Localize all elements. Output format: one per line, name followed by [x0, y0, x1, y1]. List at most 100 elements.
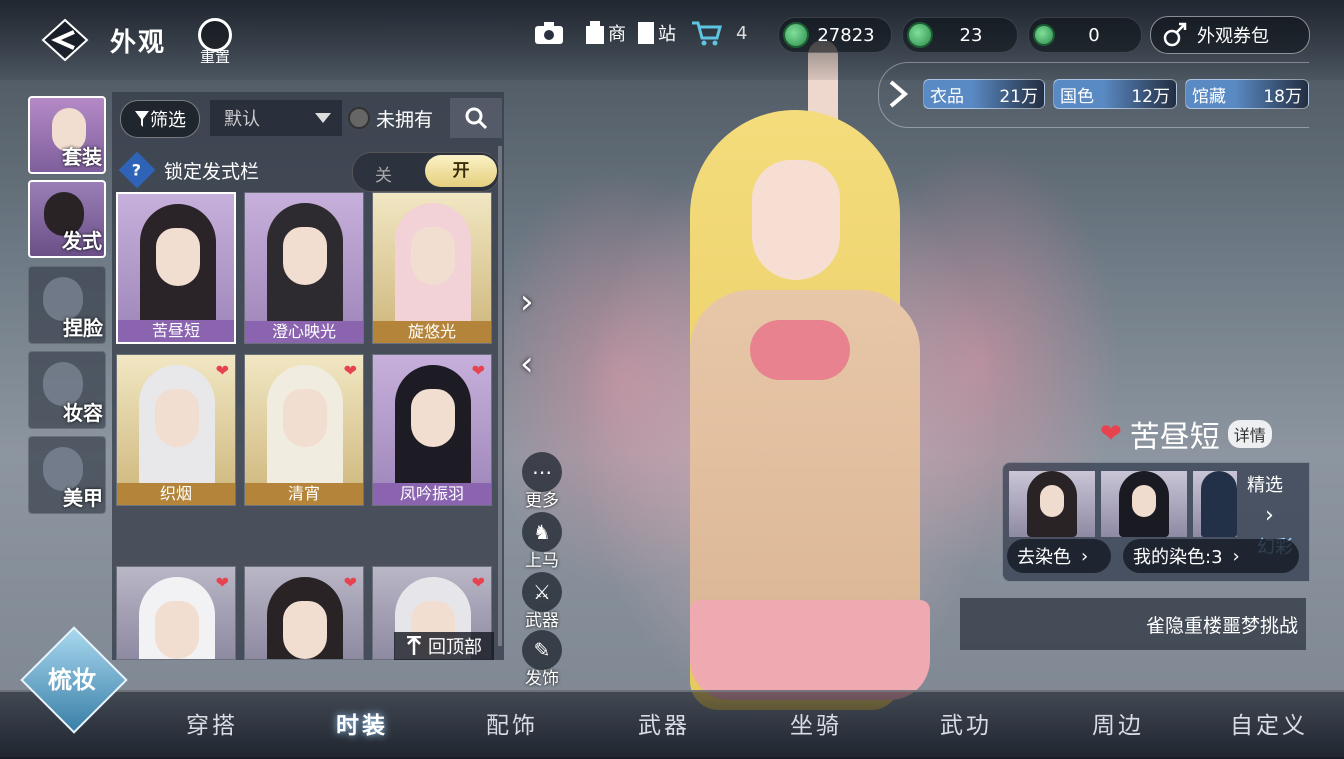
- portrait-face: [411, 227, 455, 285]
- toggle-on-label: 开: [425, 155, 497, 187]
- heart-icon[interactable]: ❤: [1100, 419, 1122, 449]
- chevron-down-icon: [315, 113, 331, 123]
- hairstyle-card[interactable]: 旋悠光: [372, 192, 492, 344]
- category-outfit[interactable]: 套装: [28, 96, 106, 174]
- currency-jade-1[interactable]: 27823: [778, 17, 892, 53]
- chevron-right-icon[interactable]: ›: [1265, 503, 1274, 528]
- currency-jade-2[interactable]: 23: [902, 17, 1018, 53]
- dye-thumbnail[interactable]: [1193, 471, 1237, 537]
- back-button[interactable]: [40, 18, 90, 62]
- hair-accessory-label: 发饰: [525, 669, 559, 689]
- station-icon[interactable]: 站: [636, 18, 676, 48]
- hairstyle-name: 苦昼短: [118, 320, 234, 342]
- hairstyle-card[interactable]: ❤ 织烟: [116, 354, 236, 506]
- favorite-heart-icon[interactable]: ❤: [216, 573, 229, 592]
- cart-button[interactable]: 4: [690, 18, 747, 48]
- category-hairstyle[interactable]: 发式: [28, 180, 106, 258]
- weapon-button[interactable]: ⚔ 武器: [517, 572, 567, 631]
- hairstyle-card[interactable]: ❤: [116, 566, 236, 660]
- category-label: 美甲: [63, 486, 103, 510]
- dye-thumbnail[interactable]: [1009, 471, 1095, 537]
- currency-value: 0: [1088, 24, 1100, 46]
- search-button[interactable]: [450, 98, 502, 138]
- hairstyle-name: 清宵: [245, 483, 363, 505]
- back-to-top-button[interactable]: 回顶部: [394, 632, 494, 660]
- currency-jade-3[interactable]: 0: [1028, 17, 1142, 53]
- favorite-heart-icon[interactable]: ❤: [216, 361, 229, 380]
- remove-dye-button[interactable]: 去染色 ›: [1007, 539, 1111, 573]
- not-owned-filter[interactable]: 未拥有: [348, 100, 448, 136]
- nav-tab[interactable]: 周边: [1092, 706, 1144, 740]
- dye-thumbnail[interactable]: [1101, 471, 1187, 537]
- rank-collection[interactable]: 馆藏 18万: [1185, 79, 1309, 109]
- rank-label: 国色: [1060, 86, 1094, 107]
- my-dye-button[interactable]: 我的染色:3 ›: [1123, 539, 1299, 573]
- nav-tab[interactable]: 时装: [336, 706, 388, 740]
- shop-icon[interactable]: 商: [584, 18, 626, 48]
- lock-toggle[interactable]: 关 开: [352, 152, 500, 192]
- hair-accessory-button[interactable]: ✎ 发饰: [517, 630, 567, 689]
- filter-label: 筛选: [150, 110, 186, 131]
- back-arrow-icon: [41, 18, 89, 62]
- rank-outfit[interactable]: 衣品 21万: [923, 79, 1045, 109]
- shop-label: 商: [608, 24, 626, 45]
- category-makeup[interactable]: 妆容: [28, 351, 106, 429]
- nav-tab[interactable]: 自定义: [1230, 706, 1308, 740]
- my-dye-label: 我的染色:3: [1133, 547, 1223, 568]
- more-button[interactable]: ⋯ 更多: [517, 452, 567, 511]
- radio-icon: [348, 107, 370, 129]
- rank-label: 馆藏: [1192, 86, 1226, 107]
- sort-value: 默认: [224, 109, 260, 130]
- nav-tab[interactable]: 武器: [638, 706, 690, 740]
- not-owned-label: 未拥有: [376, 108, 434, 131]
- jade-coin-icon: [907, 22, 933, 48]
- category-face[interactable]: 捏脸: [28, 266, 106, 344]
- hairstyle-name: 织烟: [117, 483, 235, 505]
- portrait-face: [283, 227, 327, 285]
- rank-value: 12万: [1131, 86, 1170, 107]
- favorite-heart-icon[interactable]: ❤: [472, 573, 485, 592]
- nav-tab[interactable]: 坐骑: [790, 706, 842, 740]
- portrait-face: [156, 228, 200, 286]
- mount-button[interactable]: ♞ 上马: [517, 512, 567, 571]
- outfit-title-row: ❤ 苦昼短 详情: [1100, 412, 1272, 456]
- nav-tab[interactable]: 配饰: [486, 706, 538, 740]
- hairstyle-card[interactable]: ❤ 清宵: [244, 354, 364, 506]
- nav-tab[interactable]: 武功: [940, 706, 992, 740]
- gender-icon: [1163, 22, 1187, 47]
- detail-button[interactable]: 详情: [1227, 420, 1272, 448]
- back-to-top-label: 回顶部: [428, 637, 482, 658]
- filter-button[interactable]: 筛选: [120, 100, 200, 138]
- expand-arrow-icon[interactable]: ›: [520, 282, 534, 322]
- rank-value: 18万: [1263, 86, 1302, 107]
- arrow-up-icon: [407, 636, 421, 655]
- favorite-heart-icon[interactable]: ❤: [344, 361, 357, 380]
- toggle-off-label: 关: [375, 166, 392, 186]
- lock-label: 锁定发式栏: [164, 160, 260, 183]
- character-face[interactable]: [752, 160, 840, 280]
- sort-dropdown[interactable]: 默认: [210, 100, 342, 136]
- panel-scrollbar[interactable]: [498, 146, 502, 646]
- favorite-heart-icon[interactable]: ❤: [472, 361, 485, 380]
- rank-beauty[interactable]: 国色 12万: [1053, 79, 1177, 109]
- featured-label[interactable]: 精选: [1247, 471, 1283, 497]
- collapse-arrow-icon[interactable]: ‹: [520, 344, 534, 384]
- hairstyle-card[interactable]: ❤ 凤吟振羽: [372, 354, 492, 506]
- hairstyle-card[interactable]: 苦昼短: [116, 192, 236, 344]
- help-icon[interactable]: ?: [118, 151, 156, 189]
- nav-tab[interactable]: 穿搭: [186, 706, 238, 740]
- outfit-name: 苦昼短: [1129, 420, 1220, 455]
- hairstyle-card[interactable]: ❤: [244, 566, 364, 660]
- favorite-heart-icon[interactable]: ❤: [344, 573, 357, 592]
- camera-icon[interactable]: [534, 18, 564, 48]
- hairstyle-card[interactable]: 澄心映光: [244, 192, 364, 344]
- category-label: 捏脸: [63, 316, 103, 340]
- challenge-banner[interactable]: 雀隐重楼噩梦挑战: [960, 598, 1306, 650]
- character-skirt: [690, 600, 930, 700]
- groom-button[interactable]: 梳妆: [20, 626, 128, 734]
- voucher-pack-button[interactable]: 外观券包: [1150, 16, 1310, 54]
- category-nails[interactable]: 美甲: [28, 436, 106, 514]
- groom-label: 梳妆: [48, 666, 96, 694]
- portrait-face: [155, 601, 199, 659]
- reset-button[interactable]: 重置: [190, 18, 240, 74]
